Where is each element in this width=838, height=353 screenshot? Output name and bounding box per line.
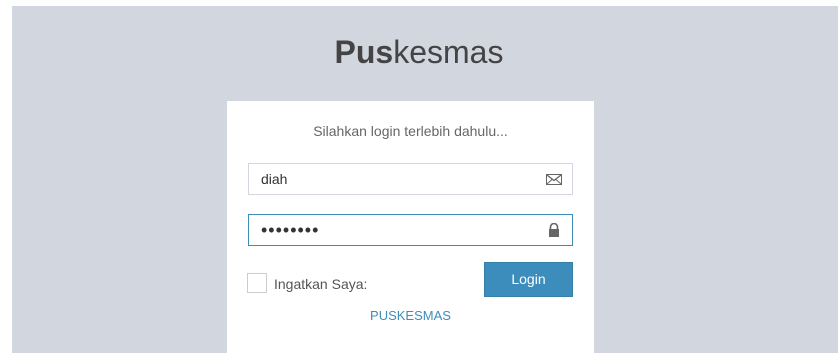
username-input[interactable] (249, 164, 539, 194)
login-button[interactable]: Login (484, 262, 573, 297)
password-field-wrapper (248, 214, 573, 246)
login-box: Silahkan login terlebih dahulu... Ingatk… (227, 101, 594, 353)
password-input[interactable] (249, 215, 539, 245)
app-title-bold: Pus (334, 34, 394, 70)
app-title-rest: kesmas (393, 34, 504, 70)
puskesmas-link[interactable]: PUSKESMAS (227, 308, 594, 324)
username-field-wrapper (248, 163, 573, 195)
login-message: Silahkan login terlebih dahulu... (313, 123, 508, 139)
remember-checkbox[interactable] (247, 273, 267, 293)
envelope-icon (546, 172, 562, 186)
lock-icon (546, 222, 562, 237)
app-title: Puskesmas (12, 34, 826, 70)
remember-label[interactable]: Ingatkan Saya: (274, 275, 367, 293)
